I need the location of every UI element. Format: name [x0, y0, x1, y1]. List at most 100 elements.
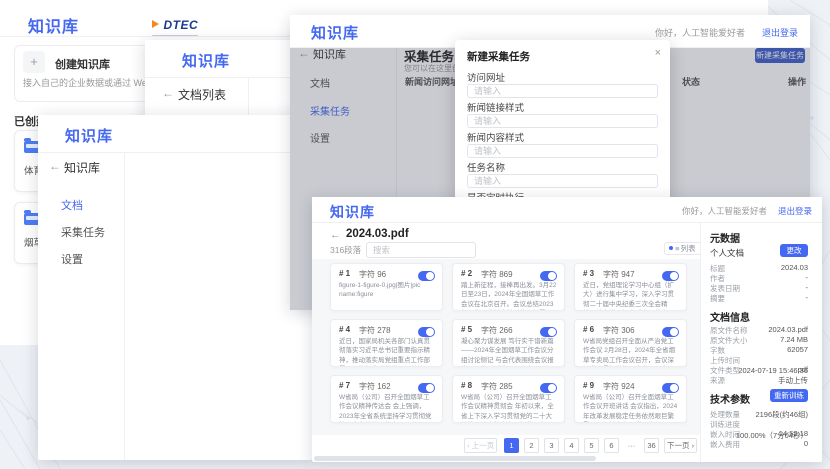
- window-kb-home: 知识库 ← 知识库 文档 采集任务 设置: [38, 115, 312, 460]
- chunk-card-9[interactable]: # 9 字符 924 W省局（公司）召开全面烟草工作会议开班讲话 会议指出，20…: [574, 375, 687, 423]
- plus-icon: +: [23, 51, 45, 73]
- sidebar-divider: [124, 153, 125, 460]
- chunk-card-1[interactable]: # 1 字符 96 figure-1-figure-0.jpg|图片|pic n…: [330, 263, 443, 311]
- pagination-prev[interactable]: ‹ 上一页: [464, 438, 497, 453]
- chunk-toggle[interactable]: [540, 327, 557, 337]
- pagination-page-5[interactable]: 5: [584, 438, 599, 453]
- info-row-filetype: 文件类型pdf: [710, 365, 808, 375]
- link-pattern-input[interactable]: [467, 114, 658, 128]
- chunk-text: figure-1-figure-0.jpg|图片|pic name:figure: [339, 281, 436, 300]
- pagination-page-2[interactable]: 2: [524, 438, 539, 453]
- dtec-logo-text: DTEC: [163, 18, 198, 32]
- pagination-page-4[interactable]: 4: [564, 438, 579, 453]
- modal-title: 新建采集任务: [467, 49, 530, 64]
- chunk-card-5[interactable]: # 5 字符 266 凝心聚力谋发展 笃行实干谱新篇——2024年全国烟草工作会…: [452, 319, 565, 367]
- user-greeting: 你好，人工智能爱好者: [655, 26, 745, 39]
- chunk-index: # 4: [339, 325, 350, 334]
- dtec-logo-arrow-icon: [152, 20, 159, 28]
- chunk-index: # 7: [339, 381, 350, 390]
- chunk-toggle[interactable]: [540, 383, 557, 393]
- screenshot-root: { "colors": { "accent": "#4468f1", "butt…: [0, 0, 830, 469]
- pagination-page-1[interactable]: 1: [504, 438, 519, 453]
- pagination-page-6[interactable]: 6: [604, 438, 619, 453]
- create-kb-title: 创建知识库: [55, 56, 110, 72]
- app-logo-text: 知识库: [330, 202, 375, 222]
- chunk-chars: 字符 947: [603, 269, 635, 280]
- paragraph-count: 316段落: [330, 244, 361, 256]
- dtec-logo: DTEC: [152, 16, 198, 37]
- tech-row-progress: 训练进度100.00%（7分04秒）: [710, 419, 808, 429]
- view-toggle-dot-icon: [669, 246, 673, 250]
- search-input[interactable]: [366, 242, 476, 258]
- view-toggle-label: 列表: [681, 244, 696, 253]
- chunk-text: 近日，国家局机关各部门认真贯彻落实习近平总书记重要指示精神，推动落实局党组重点工…: [339, 337, 436, 367]
- metadata-divider: [700, 223, 701, 462]
- close-icon[interactable]: ×: [655, 47, 661, 59]
- back-arrow-icon[interactable]: ←: [162, 86, 174, 100]
- chunk-toggle[interactable]: [418, 271, 435, 281]
- meta-row-pubdate: 发表日期-: [710, 283, 808, 293]
- info-row-source: 来源手动上传: [710, 375, 808, 385]
- chunk-chars: 字符 869: [481, 269, 513, 280]
- window-header: 知识库: [38, 115, 312, 153]
- chunk-toggle[interactable]: [662, 271, 679, 281]
- chunk-chars: 字符 285: [481, 381, 513, 392]
- app-logo-text: 知识库: [182, 50, 230, 71]
- meta-row-author: 作者-: [710, 273, 808, 283]
- pagination-ellipsis[interactable]: ···: [624, 438, 639, 453]
- chunk-toggle[interactable]: [662, 327, 679, 337]
- sidebar-item-docs[interactable]: 文档: [61, 197, 83, 213]
- chunk-toggle[interactable]: [540, 271, 557, 281]
- chunk-card-3[interactable]: # 3 字符 947 近日，党组理论学习中心组（扩大）进行集中学习，深入学习贯彻…: [574, 263, 687, 311]
- doc-info-title: 文档信息: [710, 309, 750, 324]
- logout-link[interactable]: 退出登录: [762, 26, 798, 39]
- chunk-toggle[interactable]: [662, 383, 679, 393]
- chunk-index: # 1: [339, 269, 350, 278]
- pagination: ‹ 上一页 1 2 3 4 5 6 ··· 36 下一页 ›: [312, 438, 700, 454]
- back-arrow-icon[interactable]: ←: [330, 229, 341, 241]
- chunk-text: W省局（公司）召开全国烟草工作会议精神贯彻会 年初以来，全省上下深入学习贯彻党的…: [461, 393, 558, 423]
- metadata-title: 元数据: [710, 230, 740, 245]
- document-title: 2024.03.pdf: [346, 228, 409, 240]
- logout-link[interactable]: 退出登录: [778, 205, 812, 217]
- chunk-chars: 字符 924: [603, 381, 635, 392]
- pagination-next[interactable]: 下一页 ›: [664, 438, 697, 453]
- url-input[interactable]: [467, 84, 658, 98]
- chunk-index: # 9: [583, 381, 594, 390]
- chunk-card-2[interactable]: # 2 字符 869 踏上新征程，接棒再出发。3月22日至23日，2024年全国…: [452, 263, 565, 311]
- chunk-index: # 3: [583, 269, 594, 278]
- app-logo-text: 知识库: [311, 22, 359, 43]
- retrain-button[interactable]: 重新训练: [770, 389, 808, 402]
- tech-row-count: 处理数量2196段(约46组): [710, 409, 808, 419]
- list-view-icon: ≡: [675, 244, 678, 253]
- chunk-toggle[interactable]: [418, 327, 435, 337]
- pagination-page-3[interactable]: 3: [544, 438, 559, 453]
- back-arrow-icon[interactable]: ←: [49, 159, 61, 173]
- horizontal-scrollbar[interactable]: [314, 456, 596, 461]
- pagination-page-36[interactable]: 36: [644, 438, 659, 453]
- task-name-input[interactable]: [467, 174, 658, 188]
- meta-row-title: 标题2024.03: [710, 263, 808, 273]
- doc-type-change-button[interactable]: 更改: [780, 244, 808, 257]
- window-header: 知识库 你好，人工智能爱好者 退出登录: [312, 197, 822, 223]
- app-logo-text: 知识库: [28, 13, 79, 37]
- chunk-chars: 字符 96: [359, 269, 386, 280]
- info-row-filename: 原文件名称2024.03.pdf: [710, 325, 808, 335]
- chunk-toggle[interactable]: [418, 383, 435, 393]
- chunk-card-8[interactable]: # 8 字符 285 W省局（公司）召开全国烟草工作会议精神贯彻会 年初以来，全…: [452, 375, 565, 423]
- tech-row-embedtime: 嵌入时间14:52:18: [710, 429, 808, 439]
- chunk-card-6[interactable]: # 6 字符 306 W省局党组召开全面从严治党工作会议 2月28日，2024年…: [574, 319, 687, 367]
- doc-type-label: 个人文档: [710, 247, 744, 259]
- chunk-index: # 8: [461, 381, 472, 390]
- content-pattern-input[interactable]: [467, 144, 658, 158]
- view-toggle[interactable]: ≡ 列表: [664, 242, 701, 255]
- sidebar-item-settings[interactable]: 设置: [61, 251, 83, 267]
- chunk-card-4[interactable]: # 4 字符 278 近日，国家局机关各部门认真贯彻落实习近平总书记重要指示精神…: [330, 319, 443, 367]
- chunk-text: W省局（公司）召开全面烟草工作会议开班讲话 会议指出，2024年改革发展稳定任务…: [583, 393, 680, 423]
- chunk-index: # 5: [461, 325, 472, 334]
- chunk-text: 近日，党组理论学习中心组（扩大）进行集中学习，深入学习贯彻二十届中央纪委三次全会…: [583, 281, 680, 311]
- chunk-card-7[interactable]: # 7 字符 162 W省局（公司）召开全国烟草工作会议精神传达会 会上强调，2…: [330, 375, 443, 423]
- chunk-chars: 字符 266: [481, 325, 513, 336]
- sidebar-item-tasks[interactable]: 采集任务: [61, 224, 105, 240]
- meta-row-abstract: 摘要-: [710, 293, 808, 303]
